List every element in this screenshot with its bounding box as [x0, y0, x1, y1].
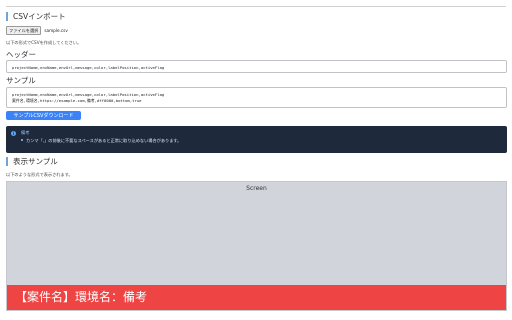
info-icon: i	[11, 131, 16, 136]
screen-label: Screen	[246, 185, 267, 192]
csv-import-heading: CSVインポート	[6, 12, 66, 21]
csv-format-hint: 以下の形式でCSVを作成してください。	[6, 40, 82, 45]
selected-file-name: sample.csv	[44, 28, 68, 33]
sample-textbox[interactable]: projectName,envName,envUrl,message,color…	[6, 87, 507, 108]
top-divider	[6, 6, 506, 7]
sample-label: サンプル	[6, 76, 36, 85]
header-textbox[interactable]: projectName,envName,envUrl,message,color…	[6, 60, 507, 73]
display-sample-hint: 以下のような形式で表示されます。	[6, 172, 73, 177]
header-value: projectName,envName,envUrl,message,color…	[12, 65, 165, 70]
choose-file-button[interactable]: ファイルを選択	[6, 26, 42, 35]
display-sample-heading: 表示サンプル	[6, 157, 58, 166]
screen-preview: Screen 【案件名】環境名：備考	[6, 181, 507, 311]
environment-banner: 【案件名】環境名：備考	[7, 285, 506, 310]
note-title: 備考	[21, 130, 30, 135]
sample-line-2: 案件名,環境名,https://example.com,備考,#ff0000,b…	[12, 98, 142, 103]
note-text: カンマ「,」の前後に不要なスペースがあると正常に取り込めない場合があります。	[26, 138, 182, 143]
header-label: ヘッダー	[6, 50, 36, 59]
download-sample-csv-button[interactable]: サンプルCSVダウンロード	[6, 111, 81, 120]
note-box: i 備考 カンマ「,」の前後に不要なスペースがあると正常に取り込めない場合があり…	[6, 126, 507, 153]
bullet-icon	[21, 139, 23, 141]
file-input-row: ファイルを選択 sample.csv	[6, 26, 68, 35]
